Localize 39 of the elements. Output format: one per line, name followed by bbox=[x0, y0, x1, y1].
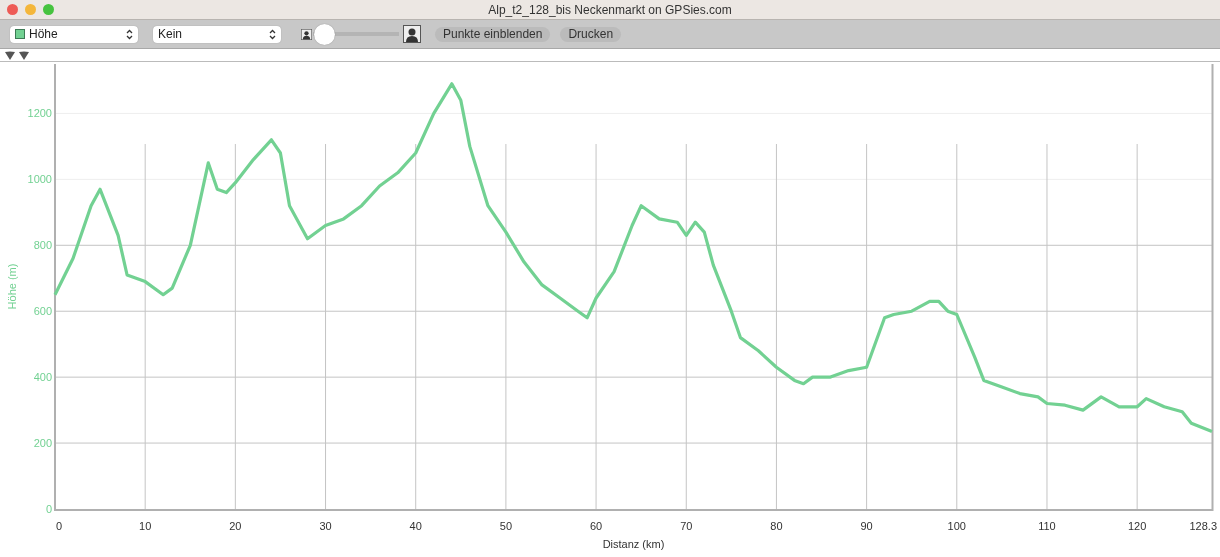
y-axis-title: Höhe (m) bbox=[6, 263, 18, 310]
x-tick-label: 100 bbox=[947, 520, 966, 532]
x-tick-label: 0 bbox=[55, 520, 63, 532]
x-tick-label: 80 bbox=[770, 520, 783, 532]
chevron-icon bbox=[126, 28, 133, 40]
x-tick-label: 50 bbox=[499, 520, 512, 532]
zoom-slider[interactable] bbox=[313, 22, 399, 46]
small-person-icon bbox=[301, 28, 312, 40]
window-title: Alp_t2_128_bis Neckenmarkt on GPSies.com bbox=[488, 2, 732, 17]
x-tick-label: 60 bbox=[589, 520, 603, 532]
toolbar-button[interactable]: Drucken bbox=[560, 26, 622, 42]
x-tick-label: 30 bbox=[319, 520, 332, 532]
chevron-icon bbox=[269, 28, 276, 40]
y-tick-label: 1200 bbox=[27, 107, 52, 120]
large-person-icon bbox=[403, 25, 421, 43]
profile-select[interactable]: Höhe bbox=[10, 25, 138, 43]
zoom-button[interactable] bbox=[43, 4, 54, 15]
marker-icon[interactable] bbox=[4, 51, 16, 61]
close-button[interactable] bbox=[7, 4, 18, 15]
y-tick-label: 800 bbox=[33, 239, 52, 252]
x-tick-label: 20 bbox=[229, 520, 242, 532]
x-tick-label: 120 bbox=[1127, 520, 1147, 532]
y-tick-label: 200 bbox=[33, 437, 52, 450]
y-tick-label: 1000 bbox=[27, 173, 52, 186]
toolbar-button[interactable]: Punkte einblenden bbox=[435, 26, 551, 42]
x-tick-label: 90 bbox=[860, 520, 873, 532]
x-tick-label: 40 bbox=[409, 520, 422, 532]
y-tick-label: 400 bbox=[33, 371, 52, 384]
y-tick-label: 600 bbox=[33, 305, 52, 318]
color-swatch bbox=[15, 29, 25, 39]
x-tick-label: 128.3 bbox=[1189, 520, 1217, 532]
marker-icon[interactable] bbox=[18, 51, 30, 61]
y-tick-label: 0 bbox=[45, 503, 52, 515]
x-tick-label: 10 bbox=[139, 520, 152, 532]
minimize-button[interactable] bbox=[25, 4, 36, 15]
x-tick-label: 110 bbox=[1038, 520, 1056, 532]
x-axis-title: Distanz (km) bbox=[602, 538, 665, 550]
x-tick-label: 70 bbox=[680, 520, 693, 532]
overlay-select[interactable]: Kein bbox=[153, 25, 281, 43]
